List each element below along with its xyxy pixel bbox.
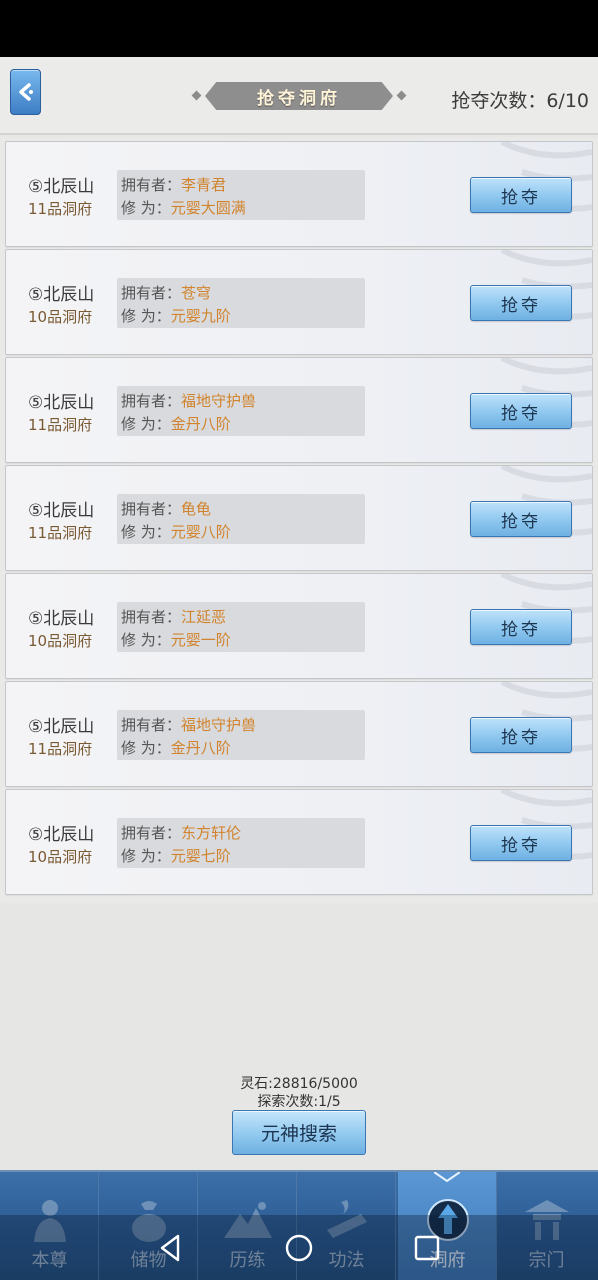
owner-name: 江延恶 xyxy=(181,608,227,626)
title-ornament xyxy=(191,90,202,101)
active-indicator xyxy=(434,1172,460,1182)
cave-name: ⑤北辰山 xyxy=(28,393,95,413)
cave-name: ⑤北辰山 xyxy=(28,825,95,845)
raid-button[interactable]: 抢夺 xyxy=(470,285,572,321)
cave-card: ⑤北辰山 11品洞府 拥有者：龟龟 修 为：元婴八阶 抢夺 xyxy=(5,465,593,571)
explore-count: 探索次数:1/5 xyxy=(257,1094,341,1110)
cave-name: ⑤北辰山 xyxy=(28,177,95,197)
cave-list: ⑤北辰山 11品洞府 拥有者：李青君 修 为：元婴大圆满 抢夺 ⑤北辰山 10品… xyxy=(0,137,598,903)
owner-label: 拥有者： xyxy=(121,392,182,410)
back-button[interactable] xyxy=(10,69,41,115)
cave-grade: 10品洞府 xyxy=(28,632,93,650)
owner-info: 拥有者：福地守护兽 修 为：金丹八阶 xyxy=(117,710,365,760)
cave-name: ⑤北辰山 xyxy=(28,717,95,737)
cultivation-level: 元婴大圆满 xyxy=(170,199,246,217)
owner-name: 龟龟 xyxy=(181,500,212,518)
cave-name: ⑤北辰山 xyxy=(28,609,95,629)
owner-label: 拥有者： xyxy=(121,716,182,734)
owner-info: 拥有者：江延恶 修 为：元婴一阶 xyxy=(117,602,365,652)
owner-name: 福地守护兽 xyxy=(181,392,257,410)
owner-label: 拥有者： xyxy=(121,284,182,302)
cultivation-label: 修 为： xyxy=(121,739,171,757)
owner-label: 拥有者： xyxy=(121,176,182,194)
cave-card: ⑤北辰山 11品洞府 拥有者：福地守护兽 修 为：金丹八阶 抢夺 xyxy=(5,681,593,787)
cave-grade: 10品洞府 xyxy=(28,308,93,326)
cultivation-label: 修 为： xyxy=(121,523,171,541)
page-title: 抢夺洞府 xyxy=(257,88,341,109)
cultivation-label: 修 为： xyxy=(121,199,171,217)
cave-card: ⑤北辰山 11品洞府 拥有者：李青君 修 为：元婴大圆满 抢夺 xyxy=(5,141,593,247)
owner-info: 拥有者：苍穹 修 为：元婴九阶 xyxy=(117,278,365,328)
cultivation-level: 元婴一阶 xyxy=(170,631,231,649)
cultivation-level: 金丹八阶 xyxy=(170,415,231,433)
owner-name: 东方轩伦 xyxy=(181,824,242,842)
cave-card: ⑤北辰山 10品洞府 拥有者：苍穹 修 为：元婴九阶 抢夺 xyxy=(5,249,593,355)
raid-button[interactable]: 抢夺 xyxy=(470,177,572,213)
raid-button[interactable]: 抢夺 xyxy=(470,609,572,645)
owner-info: 拥有者：龟龟 修 为：元婴八阶 xyxy=(117,494,365,544)
cultivation-label: 修 为： xyxy=(121,307,171,325)
raid-count: 抢夺次数：6/10 xyxy=(451,90,589,112)
system-back-icon[interactable] xyxy=(156,1233,186,1263)
cave-card: ⑤北辰山 11品洞府 拥有者：福地守护兽 修 为：金丹八阶 抢夺 xyxy=(5,357,593,463)
cave-card: ⑤北辰山 10品洞府 拥有者：江延恶 修 为：元婴一阶 抢夺 xyxy=(5,573,593,679)
cave-grade: 11品洞府 xyxy=(28,524,93,542)
raid-button[interactable]: 抢夺 xyxy=(470,501,572,537)
system-recents-icon[interactable] xyxy=(412,1233,442,1263)
header: 抢夺洞府 抢夺次数：6/10 xyxy=(0,57,598,135)
cave-card: ⑤北辰山 10品洞府 拥有者：东方轩伦 修 为：元婴七阶 抢夺 xyxy=(5,789,593,895)
cultivation-label: 修 为： xyxy=(121,631,171,649)
cultivation-level: 元婴八阶 xyxy=(170,523,231,541)
cave-grade: 11品洞府 xyxy=(28,200,93,218)
owner-info: 拥有者：李青君 修 为：元婴大圆满 xyxy=(117,170,365,220)
cultivation-level: 金丹八阶 xyxy=(170,739,231,757)
system-nav-bar xyxy=(0,1215,598,1280)
cave-name: ⑤北辰山 xyxy=(28,285,95,305)
cultivation-level: 元婴九阶 xyxy=(170,307,231,325)
cultivation-level: 元婴七阶 xyxy=(170,847,231,865)
raid-button[interactable]: 抢夺 xyxy=(470,393,572,429)
owner-label: 拥有者： xyxy=(121,500,182,518)
spirit-search-button[interactable]: 元神搜索 xyxy=(232,1110,366,1155)
cave-grade: 11品洞府 xyxy=(28,416,93,434)
page-title-bar: 抢夺洞府 xyxy=(205,82,393,110)
spirit-stones: 灵石:28816/5000 xyxy=(240,1076,358,1092)
owner-info: 拥有者：东方轩伦 修 为：元婴七阶 xyxy=(117,818,365,868)
raid-button[interactable]: 抢夺 xyxy=(470,717,572,753)
owner-info: 拥有者：福地守护兽 修 为：金丹八阶 xyxy=(117,386,365,436)
owner-name: 李青君 xyxy=(181,176,227,194)
title-plate: 抢夺洞府 xyxy=(191,82,407,110)
owner-label: 拥有者： xyxy=(121,824,182,842)
owner-name: 福地守护兽 xyxy=(181,716,257,734)
cave-grade: 11品洞府 xyxy=(28,740,93,758)
system-home-icon[interactable] xyxy=(284,1233,314,1263)
cultivation-label: 修 为： xyxy=(121,847,171,865)
status-bar xyxy=(0,0,598,57)
owner-label: 拥有者： xyxy=(121,608,182,626)
cave-grade: 10品洞府 xyxy=(28,848,93,866)
owner-name: 苍穹 xyxy=(181,284,212,302)
cultivation-label: 修 为： xyxy=(121,415,171,433)
chevron-left-icon xyxy=(18,83,33,101)
title-ornament xyxy=(396,90,407,101)
cave-name: ⑤北辰山 xyxy=(28,501,95,521)
raid-button[interactable]: 抢夺 xyxy=(470,825,572,861)
